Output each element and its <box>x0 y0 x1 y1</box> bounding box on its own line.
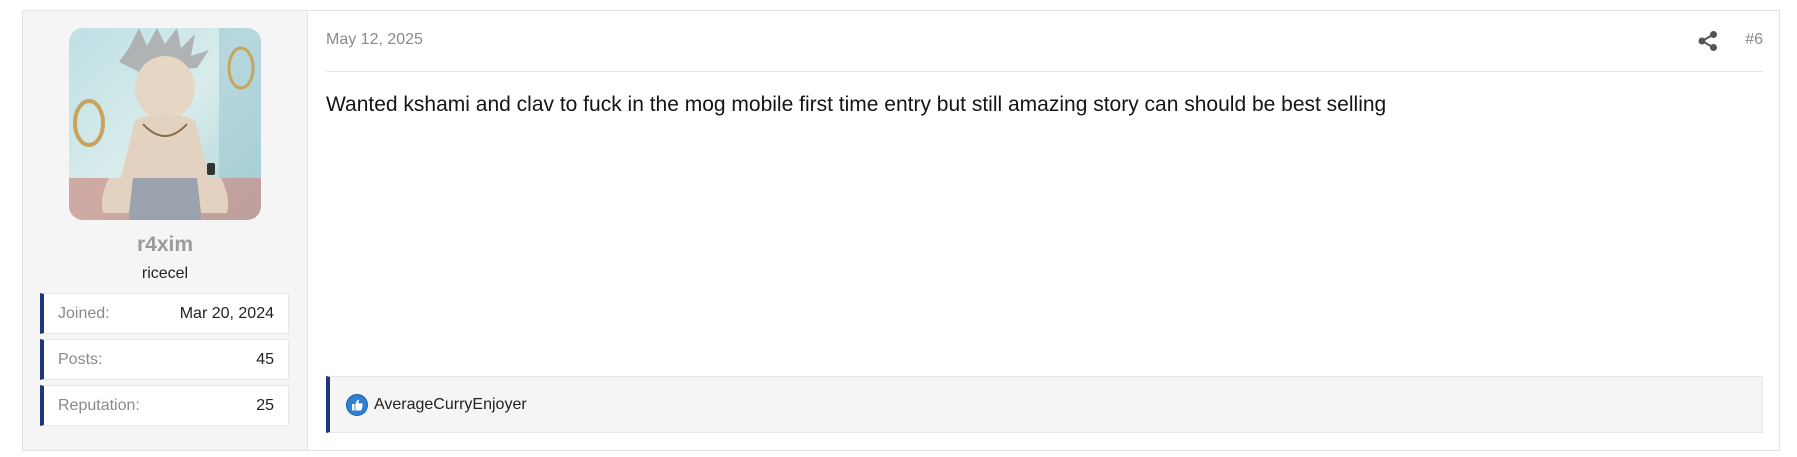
user-stat-joined: Joined: Mar 20, 2024 <box>40 293 289 334</box>
stat-value: 25 <box>256 396 274 414</box>
stat-label: Posts: <box>58 350 103 368</box>
user-stat-posts: Posts: 45 <box>40 339 289 380</box>
like-icon <box>346 393 368 416</box>
forum-post: r4xim ricecel Joined: Mar 20, 2024 Posts… <box>22 10 1780 451</box>
username[interactable]: r4xim <box>23 233 307 257</box>
share-icon[interactable] <box>1697 30 1719 52</box>
stat-label: Joined: <box>58 304 110 322</box>
reaction-users-link[interactable]: AverageCurryEnjoyer <box>374 396 527 414</box>
post-number-link[interactable]: #6 <box>1745 31 1763 49</box>
user-title: ricecel <box>141 265 189 282</box>
header-divider <box>326 71 1763 72</box>
user-avatar[interactable] <box>69 28 261 220</box>
stat-value: 45 <box>256 350 274 368</box>
user-stat-reputation: Reputation: 25 <box>40 385 289 426</box>
stat-value: Mar 20, 2024 <box>179 304 274 322</box>
post-message: Wanted kshami and clav to fuck in the mo… <box>326 93 1387 116</box>
stat-label: Reputation: <box>58 396 140 414</box>
avatar-image <box>69 28 261 220</box>
post-date[interactable]: May 12, 2025 <box>326 31 423 49</box>
user-info-panel: r4xim ricecel Joined: Mar 20, 2024 Posts… <box>23 11 308 450</box>
reactions-bar: AverageCurryEnjoyer <box>326 376 1763 433</box>
post-content: May 12, 2025 #6 Wanted kshami and clav t… <box>308 11 1779 450</box>
